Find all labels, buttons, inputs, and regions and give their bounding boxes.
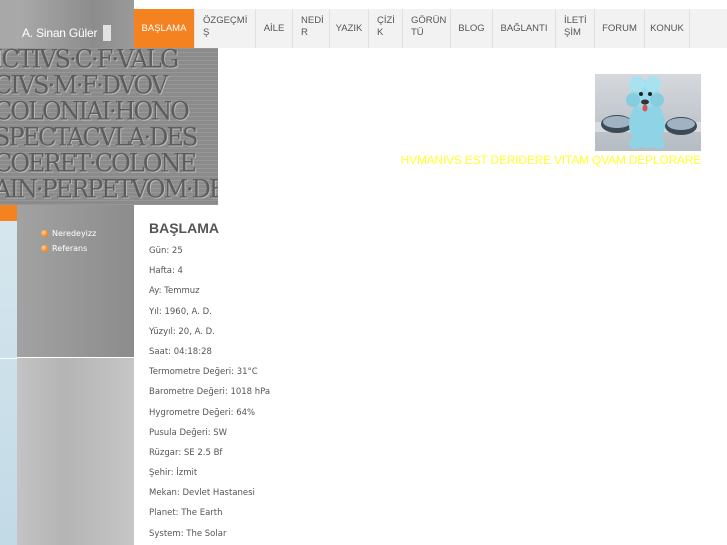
poodle-illustration	[595, 74, 701, 151]
nav-aile[interactable]: AİLE	[256, 9, 293, 48]
nav-forum[interactable]: FORUM	[595, 9, 645, 48]
inscription-line: CIVS·M·F·DVOV	[0, 70, 168, 100]
info-row: Gün: 25	[149, 246, 183, 256]
info-row: Yıl: 1960, A. D.	[149, 306, 212, 317]
inscription-line: AIN·PERPETVOM·DE	[0, 174, 218, 204]
sidebar-item-label: Referans	[52, 244, 88, 253]
info-row: Saat: 04:18:28	[149, 346, 212, 357]
nav-yazik[interactable]: YAZIK	[330, 9, 369, 48]
info-row: Planet: The Earth	[149, 508, 223, 519]
page-title: BAŞLAMA	[149, 220, 219, 236]
info-row: Barometre Değeri: 1018 hPa	[149, 387, 271, 398]
title-cursor	[103, 25, 111, 41]
sidebar-lower-panel	[17, 358, 134, 545]
nav-baslama[interactable]: BAŞLAMA	[134, 9, 195, 48]
nav-blog[interactable]: BLOG	[451, 9, 493, 48]
orange-bullet-icon	[41, 245, 48, 252]
info-row: Şehir: İzmit	[149, 468, 198, 479]
latin-motto: HVMANIVS EST DERIDERE VITAM QVAM DEPLORA…	[400, 153, 702, 167]
nav-nedir[interactable]: NEDİR	[293, 9, 330, 48]
info-row: Mekan: Devlet Hastanesi	[149, 488, 255, 499]
nav-goruntu[interactable]: GÖRÜNTÜ	[403, 9, 451, 48]
nav-cizik[interactable]: ÇİZİK	[369, 9, 403, 48]
sidebar-item-neredeyizz[interactable]: Neredeyizz	[41, 226, 96, 241]
nav-iletisim[interactable]: İLETİŞİM	[556, 9, 595, 48]
orange-accent-tab	[0, 205, 17, 221]
info-row: Ay: Temmuz	[149, 286, 200, 297]
top-nav-stripe	[134, 0, 727, 9]
info-row: Pusula Değeri: SW	[149, 427, 228, 438]
sidebar-item-referans[interactable]: Referans	[41, 241, 96, 256]
left-edge-strip	[0, 221, 17, 545]
nav-ozgecmis[interactable]: ÖZGEÇMİŞ	[195, 9, 256, 48]
logo-strip	[0, 0, 17, 48]
nav-baglanti[interactable]: BAĞLANTI	[493, 9, 556, 48]
info-row: Termometre Değeri: 31°C	[149, 367, 258, 378]
info-row: Hafta: 4	[149, 266, 183, 277]
sidebar-menu: Neredeyizz Referans	[41, 226, 96, 256]
inscription-line: COERET·COLONE	[0, 148, 197, 178]
main-content: BAŞLAMA Gün: 25 Hafta: 4 Ay: Temmuz Yıl:…	[149, 220, 270, 545]
site-title[interactable]: A. Sinan Güler	[22, 26, 97, 40]
inscription-line: SPECTACVLA·DES	[0, 122, 198, 152]
info-row: Yüzyıl: 20, A. D.	[149, 326, 215, 337]
logo-block: A. Sinan Güler	[0, 0, 134, 48]
poodle-image	[595, 74, 701, 151]
left-edge-divider	[0, 358, 17, 359]
orange-bullet-icon	[41, 230, 48, 237]
top-nav: BAŞLAMA ÖZGEÇMİŞ AİLE NEDİR YAZIK ÇİZİK …	[134, 9, 690, 48]
sidebar-item-label: Neredeyizz	[52, 229, 97, 238]
info-row: Rüzgar: SE 2.5 Bf	[149, 447, 223, 458]
info-row: Hygrometre Değeri: 64%	[149, 407, 256, 418]
nav-konuk[interactable]: KONUK	[645, 9, 690, 48]
roman-inscription-image: ICTIVS·C·F·VALG CIVS·M·F·DVOV COLONIAI·H…	[0, 48, 218, 205]
info-row: System: The Solar	[149, 528, 227, 539]
inscription-line: COLONIAI·HONO	[0, 96, 190, 126]
